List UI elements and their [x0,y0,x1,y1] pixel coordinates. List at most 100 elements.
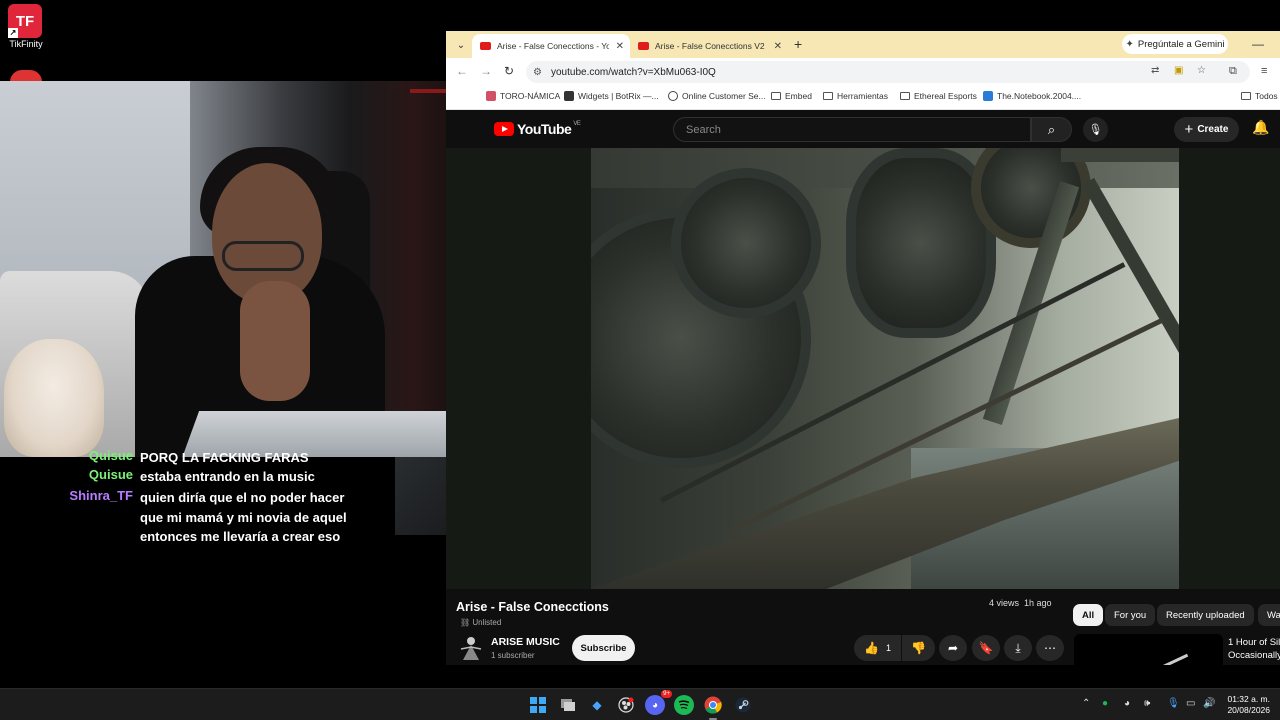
chat-username: Shinra_TF [69,488,133,503]
video-gear [671,168,821,318]
tikfinity-shortcut[interactable]: TF ↗ TikFinity [8,4,44,49]
bookmark-item[interactable]: Todos [1241,91,1278,101]
discord-icon[interactable]: ◕ 9+ [645,690,672,715]
clock-time: 01:32 a. m. [1227,694,1270,704]
omnibox[interactable]: ⚙ youtube.com/watch?v=XbMu063-I0Q ⇄ ▣ ☆ [526,61,1250,83]
subscribe-button[interactable]: Subscribe [572,635,635,661]
tab-arise-false-conecctions[interactable]: Arise - False Conecctions - YouTube ✕ [472,34,630,58]
bookmark-item[interactable]: Ethereal Esports [900,91,977,101]
obs-blue-app-icon[interactable]: ◆ [587,695,607,715]
bookmark-label: TORO-NÁMICA [500,91,561,101]
back-arrow-icon[interactable]: ← [456,64,468,78]
clock-date: 20/08/2026 [1227,705,1270,715]
create-button[interactable]: + Create [1174,117,1239,142]
chip-all[interactable]: All [1073,604,1104,626]
save-button[interactable]: 🔖 [972,635,1000,661]
folder-icon [771,92,781,100]
image-icon [983,91,993,101]
channel-name[interactable]: ARISE MUSIC [491,636,560,648]
chrome-window: ⌄ Arise - False Conecctions - YouTube ✕ … [446,31,1280,665]
translate-icon[interactable]: ⇄ [1151,65,1159,76]
more-dots-icon: ⋯ [1044,641,1056,655]
chat-text: PORQ LA FACKING FARAS [140,450,309,465]
video-title: Arise - False Conecctions [456,600,609,614]
voice-search-button[interactable]: 🎙 [1083,117,1108,142]
chat-text: estaba entrando en la music [140,469,315,484]
tray-overflow-chevron-icon[interactable]: ⌃ [1082,698,1090,709]
tab-title: Arise - False Conecctions - YouTube [497,41,609,51]
bookmark-label: Online Customer Se... [682,91,766,101]
tikfinity-logo-text: TF [15,12,35,30]
tab-bar: ⌄ Arise - False Conecctions - YouTube ✕ … [446,31,1280,58]
new-tab-icon[interactable]: + [794,36,802,52]
tab-arise-false-conecctions-v2[interactable]: Arise - False Conecctions V2 - YouTube ✕ [630,34,788,58]
microphone-icon: 🎙 [1088,124,1103,136]
bookmark-item[interactable]: Embed [771,91,812,101]
chip-watched[interactable]: Wat [1258,604,1280,626]
extension-active-icon[interactable]: ▣ [1174,65,1183,76]
tray-discord-icon[interactable]: ◕ [1124,698,1130,709]
gemini-sparkle-icon: ✦ [1125,38,1134,50]
tab-title: Arise - False Conecctions V2 - YouTube [655,41,767,51]
search-button[interactable]: ⌕ [1031,117,1072,142]
windows-start-icon[interactable] [528,695,548,715]
chat-message: Quisue PORQ LA FACKING FARAS [0,446,400,466]
ask-gemini-button[interactable]: ✦ Pregúntale a Gemini [1122,34,1228,54]
search-input[interactable]: Search [673,117,1031,142]
spotify-icon[interactable] [674,695,694,715]
bookmark-item[interactable]: Online Customer Se... [668,91,766,101]
bookmark-item[interactable]: The.Notebook.2004.... [983,91,1081,101]
tray-volume-mixer-icon[interactable]: 🕪 [1144,698,1150,709]
chat-message: Shinra_TF quien diría que el no poder ha… [0,487,400,567]
address-bar-row: ← → ↻ ⚙ youtube.com/watch?v=XbMu063-I0Q … [446,58,1280,86]
youtube-logo[interactable]: YouTube VE [494,121,581,137]
recommended-video-thumbnail[interactable] [1074,634,1223,665]
download-button[interactable]: ⤓ [1004,635,1032,661]
tab-search-chevron-icon[interactable]: ⌄ [452,36,470,54]
video-stats: 4 views 1h ago [989,598,1052,608]
link-icon: ⛓ [460,618,471,627]
video-player[interactable] [446,148,1280,589]
system-clock[interactable]: 01:32 a. m. 20/08/2026 [1222,694,1270,716]
task-view-icon[interactable] [558,695,578,715]
bookmark-item[interactable]: Herramientas [823,91,888,101]
dislike-button[interactable]: 👎 [902,635,935,661]
tray-microphone-icon[interactable]: 🎙 [1167,698,1180,709]
channel-avatar[interactable] [460,635,482,661]
bookmark-item[interactable]: TORO-NÁMICA [486,91,560,101]
tray-speaker-icon[interactable]: 🔊 [1203,698,1215,709]
recommended-title-line: Occasionally [1228,650,1280,661]
visibility-label: Unlisted [472,618,502,627]
tray-spotify-icon[interactable]: ● [1102,698,1108,709]
extensions-puzzle-icon[interactable]: ⧉ [1229,65,1237,78]
bookmarks-bar: TORO-NÁMICA Widgets | BotRix —... Online… [446,86,1280,110]
chrome-icon[interactable] [703,695,723,720]
forward-arrow-icon[interactable]: → [480,64,492,78]
steam-icon[interactable] [733,695,753,715]
bookmark-star-icon[interactable]: ☆ [1197,65,1206,76]
like-button[interactable]: 👍 1 [854,635,901,661]
reading-list-icon[interactable]: ≡ [1261,65,1267,77]
site-info-icon[interactable]: ⚙ [533,67,542,78]
recommended-video-title[interactable]: 1 Hour of Sil Occasionally [1228,636,1280,662]
notifications-bell-icon[interactable]: 🔔 [1252,119,1269,136]
obs-studio-icon[interactable] [616,695,636,715]
visibility-badge: ⛓ Unlisted [460,618,501,627]
more-actions-button[interactable]: ⋯ [1036,635,1064,661]
reload-icon[interactable]: ↻ [504,64,514,78]
chip-for-you[interactable]: For you [1105,604,1156,626]
bookmark-label: Widgets | BotRix —... [578,91,659,101]
chat-username: Quisue [88,448,133,463]
tray-network-icon[interactable]: ▭ [1186,698,1195,709]
share-button[interactable]: ➦ [939,635,967,661]
close-tab-icon[interactable]: ✕ [774,41,782,52]
chip-recently-uploaded[interactable]: Recently uploaded [1157,604,1254,626]
globe-icon [668,91,678,101]
bookmark-item[interactable]: Widgets | BotRix —... [564,91,659,101]
close-tab-icon[interactable]: ✕ [616,41,624,52]
thumbs-up-icon: 👍 [864,641,879,655]
music-icon [486,91,496,101]
like-count: 1 [885,643,891,653]
minimize-window-icon[interactable]: — [1252,37,1264,51]
tikfinity-label: TikFinity [9,39,43,49]
